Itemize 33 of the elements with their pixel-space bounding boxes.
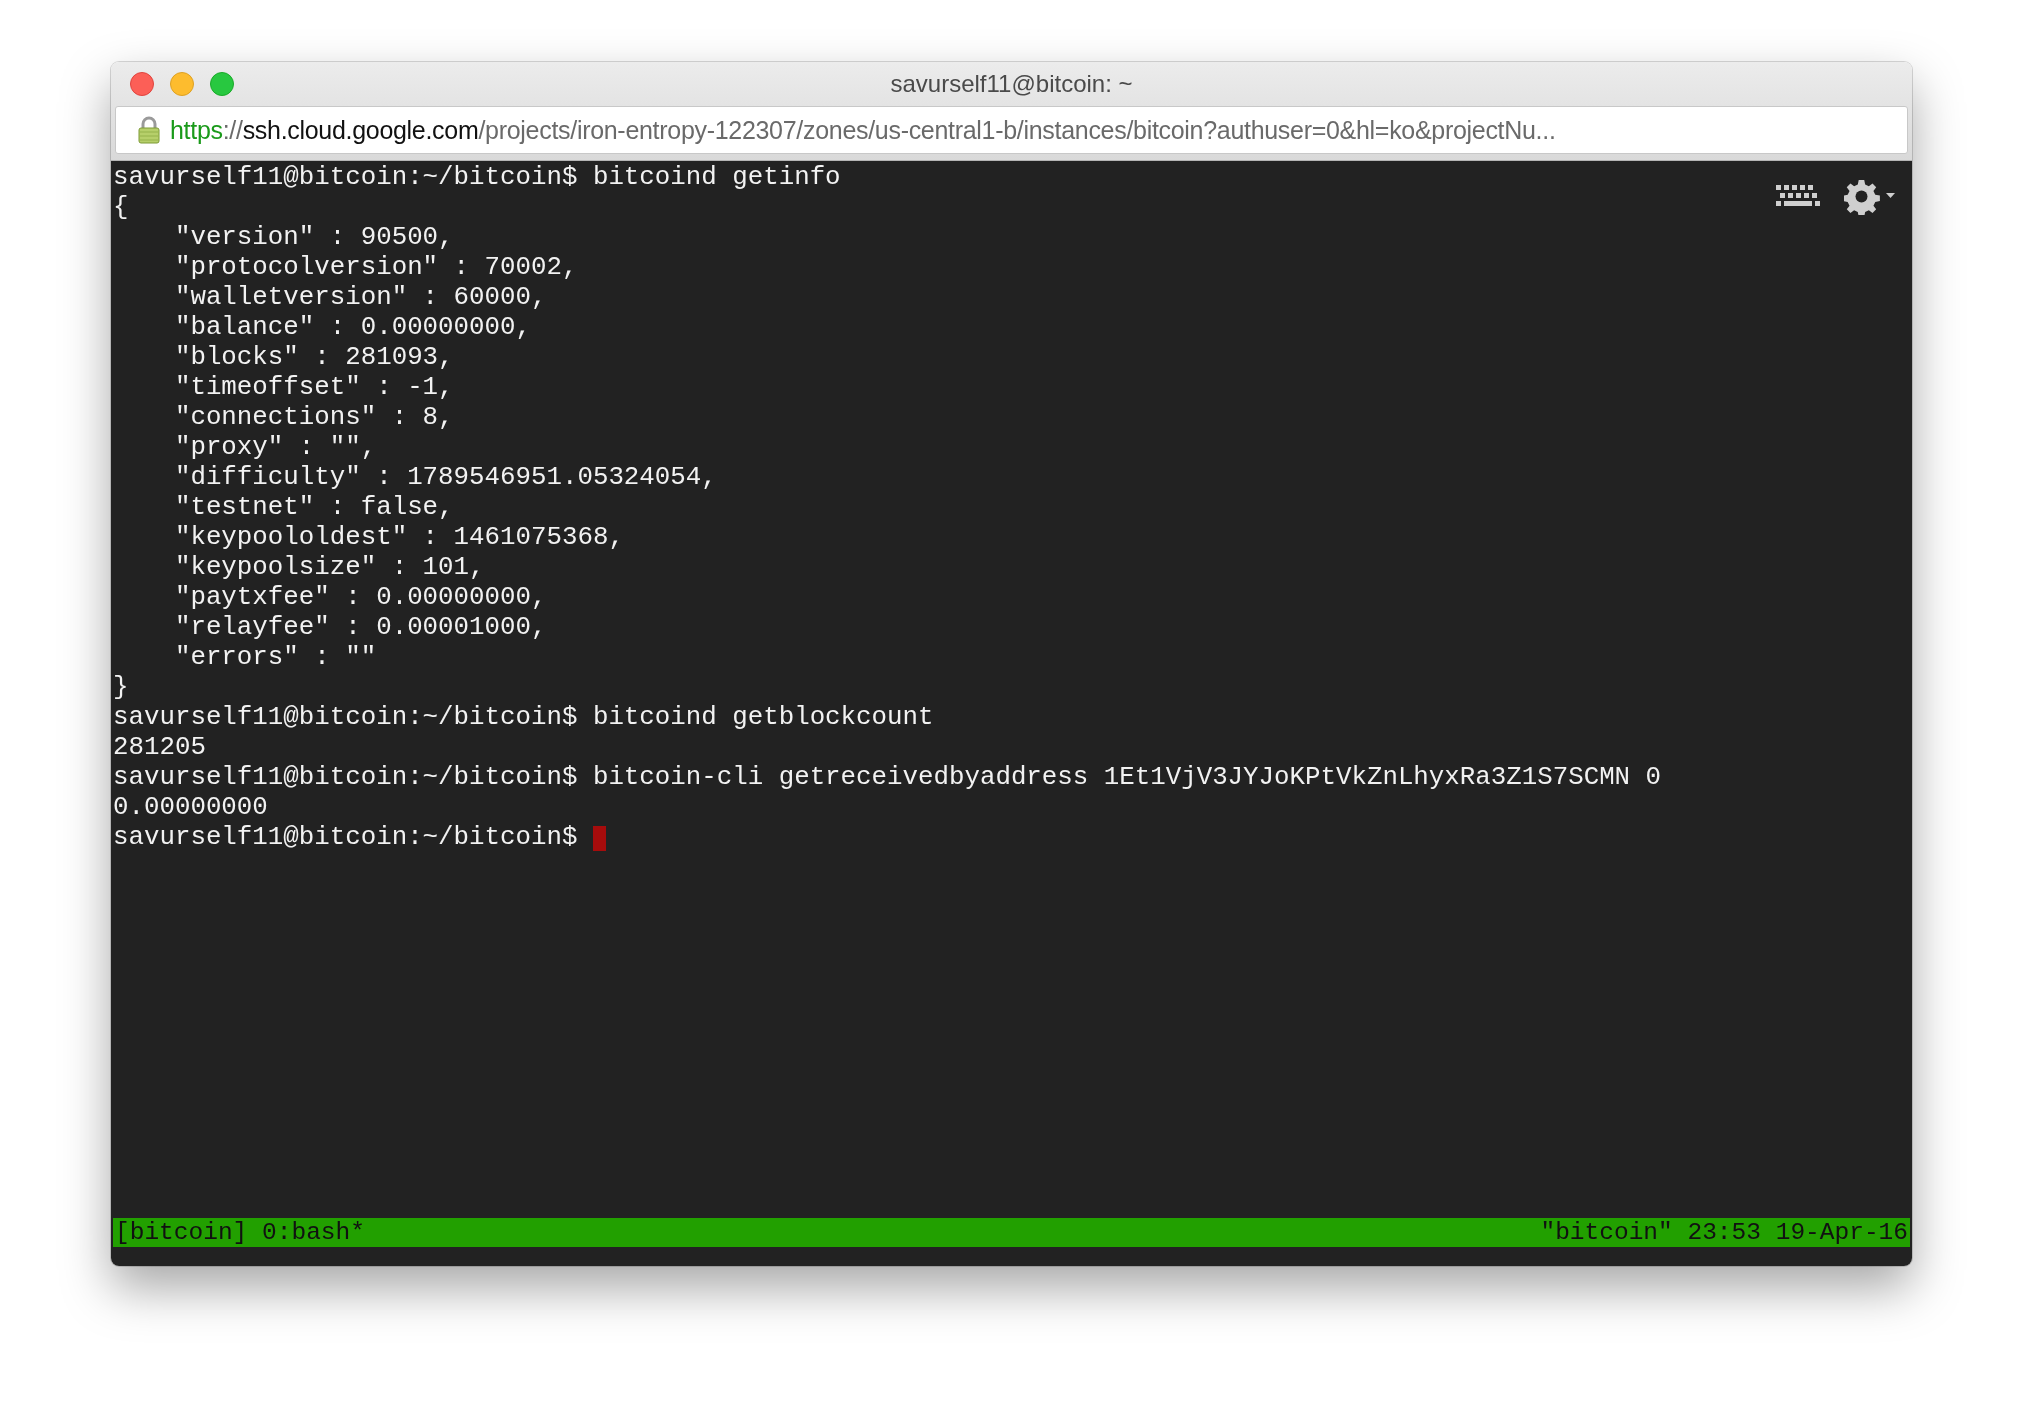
terminal-line: "timeoffset" : -1, xyxy=(173,373,454,403)
terminal-line: { xyxy=(113,193,129,223)
terminal-line: savurself11@bitcoin:~/bitcoin$ bitcoin-cli getreceivedbyaddress 1Et1VjV3JYJoKPtVkZnLhyxRa3Z1S7SCMN 0 xyxy=(113,763,1662,793)
terminal-line: } xyxy=(113,673,129,703)
terminal-line: savurself11@bitcoin:~/bitcoin$ bitcoind getblockcount xyxy=(113,703,934,733)
terminal-line: "difficulty" : 1789546951.05324054, xyxy=(173,463,717,493)
minimize-button[interactable] xyxy=(170,72,194,96)
terminal-line: "walletversion" : 60000, xyxy=(173,283,547,313)
terminal-line: "keypoololdest" : 1461075368, xyxy=(173,523,624,553)
terminal-line: savurself11@bitcoin:~/bitcoin$ bitcoind getinfo xyxy=(113,163,841,193)
terminal-line: "connections" : 8, xyxy=(173,403,454,433)
host-clock-label: "bitcoin" 23:53 19-Apr-16 xyxy=(1540,1220,1908,1245)
close-button[interactable] xyxy=(130,72,154,96)
terminal-line: "relayfee" : 0.00001000, xyxy=(173,613,547,643)
window-title: savurself11@bitcoin: ~ xyxy=(890,70,1133,97)
terminal-line: "testnet" : false, xyxy=(173,493,454,523)
zoom-button[interactable] xyxy=(210,72,234,96)
settings-icon[interactable] xyxy=(1844,179,1896,215)
terminal-line: "proxy" : "", xyxy=(173,433,377,463)
terminal-line: 281205 xyxy=(113,733,206,763)
terminal-line: "errors" : "" xyxy=(173,643,377,673)
terminal-line: 0.00000000 xyxy=(113,793,268,823)
terminal-line: "keypoolsize" : 101, xyxy=(173,553,485,583)
terminal-line: "version" : 90500, xyxy=(173,223,454,253)
terminal-line: "protocolversion" : 70002, xyxy=(173,253,578,283)
lock-icon xyxy=(138,116,160,144)
url-text: https://ssh.cloud.google.com/projects/iron-entropy-122307/zones/us-central1-b/instances/bitcoin?authuser=0&hl=ko&projectNu... xyxy=(170,115,1556,145)
session-label: [bitcoin] 0:bash* xyxy=(115,1220,365,1245)
terminal-line: savurself11@bitcoin:~/bitcoin$ xyxy=(113,823,579,853)
terminal-line: "paytxfee" : 0.00000000, xyxy=(173,583,547,613)
terminal-line: "balance" : 0.00000000, xyxy=(173,313,531,343)
address-field[interactable]: https://ssh.cloud.google.com/projects/iron-entropy-122307/zones/us-central1-b/instances/bitcoin?authuser=0&hl=ko&projectNu... xyxy=(115,106,1908,154)
terminal-line: "blocks" : 281093, xyxy=(173,343,454,373)
